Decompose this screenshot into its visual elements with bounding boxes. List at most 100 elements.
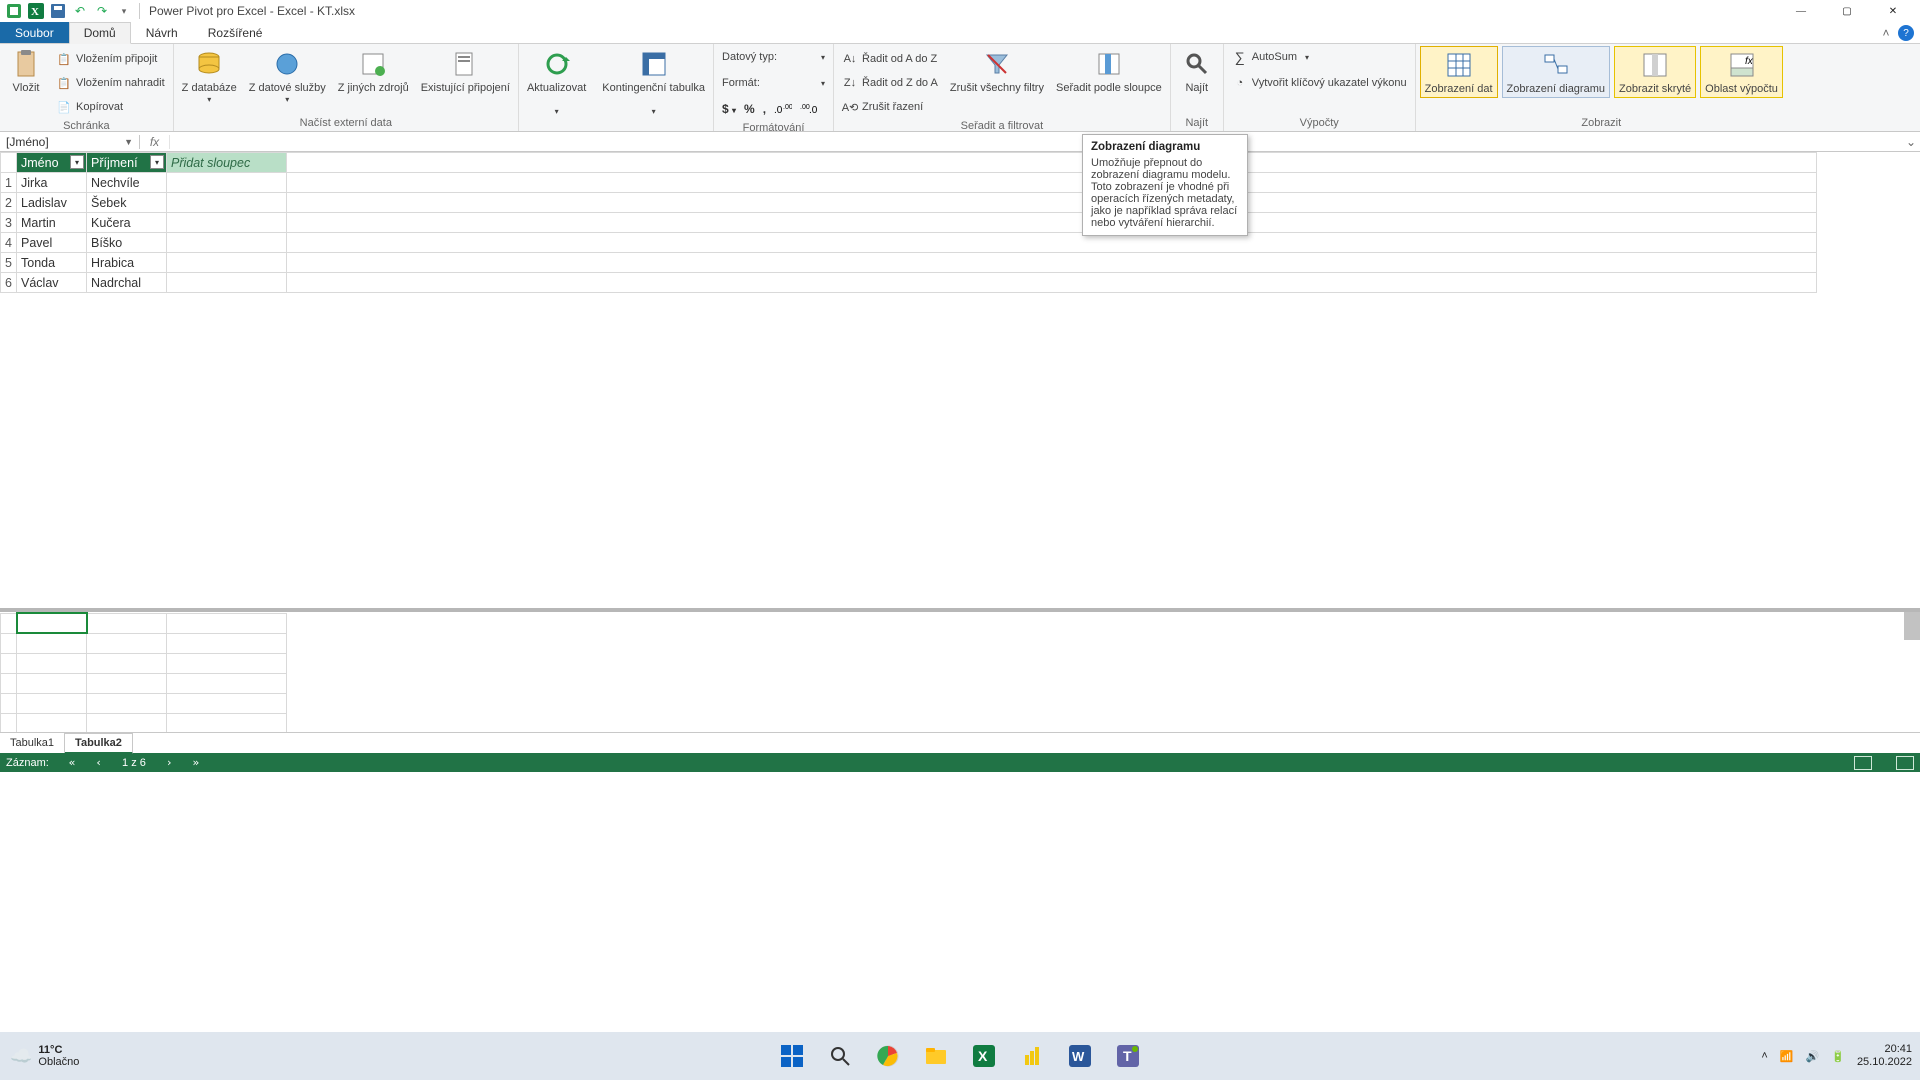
clear-filters-button[interactable]: Zrušit všechny filtry (946, 46, 1048, 96)
clear-sort-button[interactable]: A⟲Zrušit řazení (838, 96, 942, 118)
battery-icon[interactable]: 🔋 (1831, 1050, 1845, 1063)
minimize-button[interactable]: — (1778, 0, 1824, 22)
data-view-button[interactable]: Zobrazení dat (1420, 46, 1498, 98)
teams-icon[interactable]: T (1108, 1036, 1148, 1076)
table-row[interactable]: 4PavelBíško (1, 233, 1817, 253)
format-dropdown[interactable]: Formát:▾ (718, 72, 829, 94)
tab-design[interactable]: Návrh (131, 22, 193, 43)
from-service-button[interactable]: Z datové služby ▾ (245, 46, 330, 108)
find-button[interactable]: Najít (1175, 46, 1219, 96)
record-last-button[interactable]: » (193, 756, 200, 769)
cell[interactable]: Pavel (17, 233, 87, 253)
paste-append-button[interactable]: 📋 Vložením připojit (52, 48, 169, 70)
cell[interactable]: Hrabica (87, 253, 167, 273)
selected-measure-cell[interactable] (17, 613, 87, 633)
qat-dropdown-icon[interactable]: ▾ (114, 1, 134, 21)
explorer-icon[interactable] (916, 1036, 956, 1076)
clock[interactable]: 20:41 25.10.2022 (1857, 1043, 1912, 1069)
sort-by-column-button[interactable]: Seřadit podle sloupce (1052, 46, 1166, 96)
formula-expand-icon[interactable]: ⌄ (1902, 135, 1920, 149)
sort-az-button[interactable]: A↓Řadit od A do Z (838, 48, 942, 70)
tray-chevron-icon[interactable]: ˄ (1761, 1050, 1767, 1062)
sheet-tab-tabulka2[interactable]: Tabulka2 (65, 733, 133, 754)
powerbi-icon[interactable] (1012, 1036, 1052, 1076)
column-header-prijmeni[interactable]: Příjmení▾ (87, 153, 167, 173)
currency-button[interactable]: $ ▾ (722, 102, 736, 116)
tab-home[interactable]: Domů (69, 22, 131, 44)
datatype-dropdown[interactable]: Datový typ:▾ (718, 46, 829, 68)
svg-text:.0: .0 (774, 105, 783, 116)
redo-icon[interactable]: ↷ (92, 1, 112, 21)
paste-button[interactable]: Vložit (4, 46, 48, 96)
add-column-header[interactable]: Přidat sloupec (167, 153, 287, 173)
table-row[interactable]: 3MartinKučera (1, 213, 1817, 233)
from-other-button[interactable]: Z jiných zdrojů (334, 46, 413, 96)
cell[interactable]: Václav (17, 273, 87, 293)
wifi-icon[interactable]: 📶 (1780, 1050, 1794, 1063)
help-icon[interactable]: ? (1898, 25, 1914, 41)
sort-za-button[interactable]: Z↓Řadit od Z do A (838, 72, 942, 94)
record-next-button[interactable]: › (166, 756, 173, 769)
record-first-button[interactable]: « (69, 756, 76, 769)
close-button[interactable]: ✕ (1870, 0, 1916, 22)
data-grid[interactable]: Jméno▾ Příjmení▾ Přidat sloupec 1JirkaNe… (0, 152, 1920, 612)
cell[interactable]: Šebek (87, 193, 167, 213)
paste-replace-button[interactable]: 📋 Vložením nahradit (52, 72, 169, 94)
existing-connections-button[interactable]: Existující připojení (417, 46, 514, 96)
sheet-tab-tabulka1[interactable]: Tabulka1 (0, 733, 65, 753)
save-icon[interactable] (48, 1, 68, 21)
collapse-ribbon-icon[interactable]: ˄ (1874, 22, 1898, 43)
refresh-button[interactable]: Aktualizovat▾ (523, 46, 590, 120)
pivot-table-button[interactable]: Kontingenční tabulka▾ (598, 46, 709, 120)
decrease-decimal-button[interactable]: .00.0 (800, 102, 818, 116)
cell[interactable]: Ladislav (17, 193, 87, 213)
calculation-area[interactable] (0, 612, 1920, 732)
column-header-jmeno[interactable]: Jméno▾ (17, 153, 87, 173)
calc-area-button[interactable]: fx Oblast výpočtu (1700, 46, 1783, 98)
cell[interactable]: Bíško (87, 233, 167, 253)
excel-taskbar-icon[interactable]: X (964, 1036, 1004, 1076)
filter-dropdown-icon[interactable]: ▾ (150, 155, 164, 169)
record-prev-button[interactable]: ‹ (95, 756, 102, 769)
create-kpi-button[interactable]: ◔Vytvořit klíčový ukazatel výkonu (1228, 72, 1411, 94)
table-row[interactable]: 5TondaHrabica (1, 253, 1817, 273)
name-box-dropdown-icon[interactable]: ▼ (124, 137, 133, 147)
powerpivot-icon (4, 1, 24, 21)
cell[interactable]: Tonda (17, 253, 87, 273)
autosum-button[interactable]: ∑AutoSum▾ (1228, 46, 1411, 68)
comma-button[interactable]: , (763, 102, 766, 116)
diagram-view-status-icon[interactable] (1896, 756, 1914, 770)
maximize-button[interactable]: ▢ (1824, 0, 1870, 22)
word-icon[interactable]: W (1060, 1036, 1100, 1076)
search-button[interactable] (820, 1036, 860, 1076)
undo-icon[interactable]: ↶ (70, 1, 90, 21)
tab-advanced[interactable]: Rozšířené (193, 22, 278, 43)
chrome-icon[interactable] (868, 1036, 908, 1076)
from-database-button[interactable]: Z databáze ▾ (178, 46, 241, 108)
paste-replace-icon: 📋 (56, 75, 72, 91)
diagram-view-button[interactable]: Zobrazení diagramu (1502, 46, 1610, 98)
scrollbar-thumb[interactable] (1904, 612, 1920, 640)
cell[interactable]: Nadrchal (87, 273, 167, 293)
grid-view-icon[interactable] (1854, 756, 1872, 770)
cell[interactable]: Jirka (17, 173, 87, 193)
tab-file[interactable]: Soubor (0, 22, 69, 43)
table-row[interactable]: 1JirkaNechvíle (1, 173, 1817, 193)
name-box[interactable]: [Jméno] ▼ (0, 135, 140, 149)
weather-widget[interactable]: ☁️ 11°C Oblačno (0, 1044, 89, 1068)
percent-button[interactable]: % (744, 102, 755, 116)
increase-decimal-button[interactable]: .0.00 (774, 102, 792, 116)
fx-label[interactable]: fx (140, 135, 170, 149)
cell[interactable]: Martin (17, 213, 87, 233)
copy-button[interactable]: 📄 Kopírovat (52, 96, 169, 118)
start-button[interactable] (772, 1036, 812, 1076)
select-all-corner[interactable] (1, 153, 17, 173)
show-hidden-button[interactable]: Zobrazit skryté (1614, 46, 1696, 98)
cell[interactable]: Kučera (87, 213, 167, 233)
cell[interactable]: Nechvíle (87, 173, 167, 193)
filter-dropdown-icon[interactable]: ▾ (70, 155, 84, 169)
table-row[interactable]: 2LadislavŠebek (1, 193, 1817, 213)
volume-icon[interactable]: 🔊 (1806, 1050, 1820, 1063)
group-calc-label: Výpočty (1228, 115, 1411, 131)
table-row[interactable]: 6VáclavNadrchal (1, 273, 1817, 293)
